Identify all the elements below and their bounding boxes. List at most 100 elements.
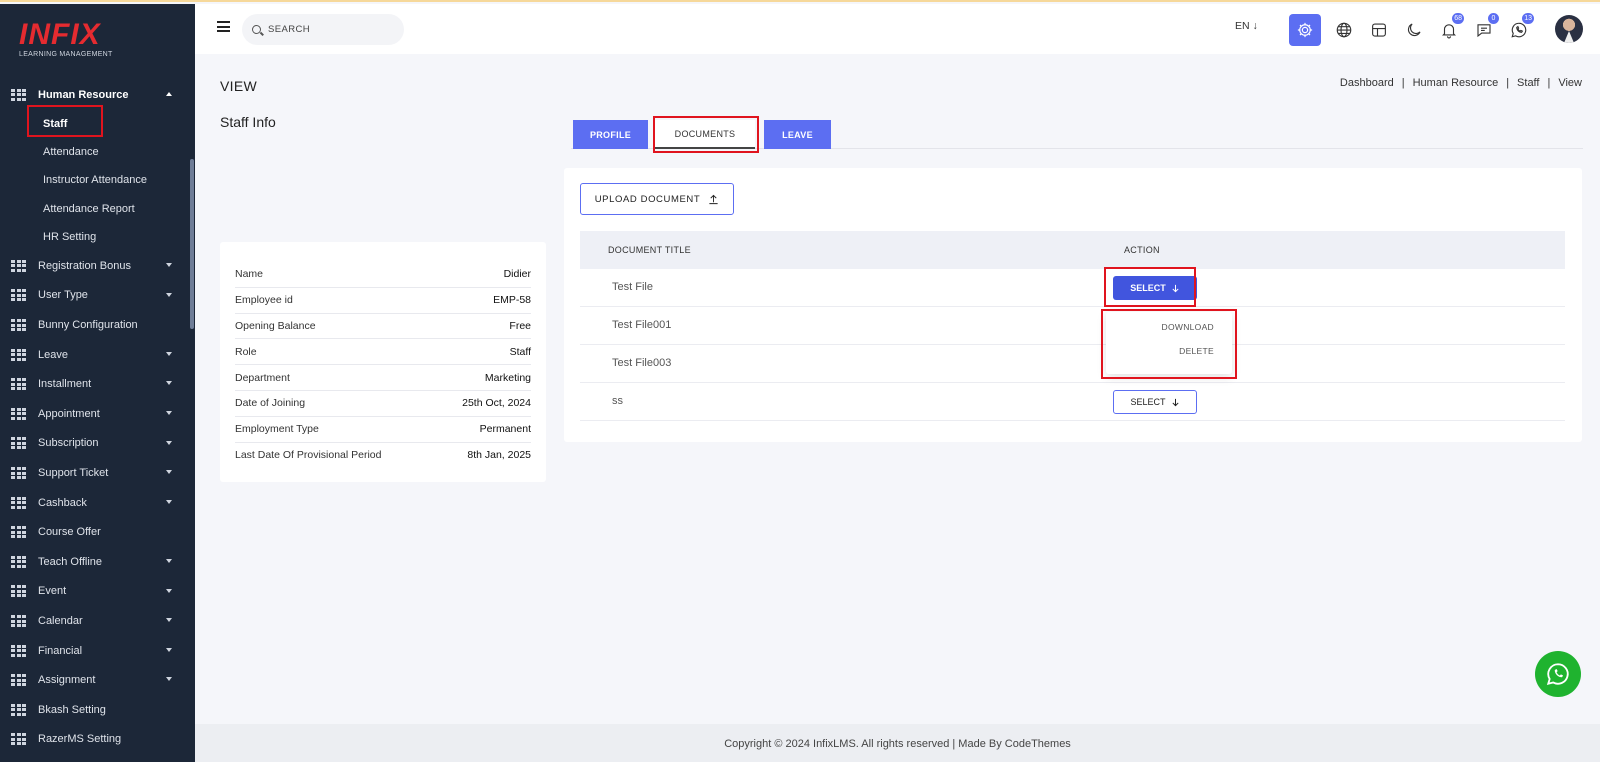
sidebar-item-leave[interactable]: Leave — [0, 340, 190, 370]
info-label: Department — [235, 371, 290, 384]
info-row-date-of-joining: Date of Joining 25th Oct, 2024 — [235, 391, 531, 417]
sidebar-item-course-offer[interactable]: Course Offer — [0, 517, 190, 547]
sidebar: INFIX LEARNING MANAGEMENT Human Resource… — [0, 4, 195, 762]
grid-icon — [11, 319, 26, 332]
sidebar-subitem-instructor-attendance[interactable]: Instructor Attendance — [0, 166, 190, 194]
sidebar-subitem-label: HR Setting — [43, 230, 97, 243]
sidebar-subitem-attendance-report[interactable]: Attendance Report — [0, 194, 190, 222]
whatsapp-float-button[interactable] — [1535, 651, 1581, 697]
hamburger-menu-icon[interactable] — [217, 21, 230, 32]
caret-down-icon — [166, 647, 172, 652]
sidebar-subitem-label: Attendance — [43, 146, 99, 159]
info-value: EMP-58 — [493, 294, 531, 307]
settings-gear-icon[interactable] — [1289, 14, 1321, 46]
sidebar-item-label: Teach Offline — [38, 555, 103, 568]
grid-icon — [11, 407, 26, 420]
sidebar-item-razerms-setting[interactable]: RazerMS Setting — [0, 725, 190, 755]
grid-icon — [11, 703, 26, 716]
grid-icon — [11, 644, 26, 657]
documents-card: UPLOAD DOCUMENT DOCUMENT TITLE ACTION Te… — [564, 168, 1582, 442]
page-title: VIEW — [220, 78, 257, 94]
notification-bell-icon[interactable]: 68 — [1433, 12, 1465, 46]
sidebar-item-label: RazerMS Setting — [38, 733, 122, 746]
caret-down-icon — [166, 263, 172, 268]
sidebar-subitem-attendance[interactable]: Attendance — [0, 138, 190, 166]
upload-document-button[interactable]: UPLOAD DOCUMENT — [580, 183, 734, 215]
search-input[interactable] — [268, 24, 388, 35]
info-label: Employee id — [235, 294, 293, 307]
sidebar-item-support-ticket[interactable]: Support Ticket — [0, 458, 190, 488]
breadcrumb-human-resource[interactable]: Human Resource — [1413, 77, 1499, 89]
breadcrumb-staff[interactable]: Staff — [1517, 77, 1539, 89]
info-row-department: Department Marketing — [235, 365, 531, 391]
dropdown-item-download[interactable]: DOWNLOAD — [1162, 322, 1214, 332]
table-row: Test File SELECT — [580, 269, 1565, 307]
select-label: SELECT — [1130, 283, 1166, 293]
info-label: Opening Balance — [235, 319, 316, 332]
sidebar-item-event[interactable]: Event — [0, 577, 190, 607]
sidebar-item-label: Bunny Configuration — [38, 319, 138, 332]
search-box[interactable] — [242, 14, 404, 45]
sidebar-subitem-hr-setting[interactable]: HR Setting — [0, 223, 190, 251]
whatsapp-icon[interactable]: 13 — [1503, 12, 1535, 46]
document-title: Test File001 — [612, 319, 672, 331]
caret-down-icon — [166, 381, 172, 386]
tab-profile[interactable]: PROFILE — [573, 120, 648, 149]
info-value: Free — [509, 319, 531, 332]
info-row-provisional-period: Last Date Of Provisional Period 8th Jan, … — [235, 443, 531, 469]
caret-down-icon — [166, 559, 172, 564]
document-title: Test File003 — [612, 357, 672, 369]
sidebar-item-appointment[interactable]: Appointment — [0, 399, 190, 429]
avatar[interactable] — [1555, 15, 1583, 43]
message-icon[interactable]: 0 — [1468, 12, 1500, 46]
sidebar-item-human-resource[interactable]: Human Resource — [0, 80, 190, 110]
grid-icon — [11, 585, 26, 598]
grid-icon — [11, 467, 26, 480]
grid-icon — [11, 348, 26, 361]
breadcrumb-dashboard[interactable]: Dashboard — [1340, 77, 1394, 89]
tab-documents[interactable]: DOCUMENTS — [655, 120, 755, 149]
sidebar-item-cashback[interactable]: Cashback — [0, 488, 190, 518]
sidebar-item-bkash-setting[interactable]: Bkash Setting — [0, 695, 190, 725]
layout-icon[interactable] — [1363, 14, 1395, 46]
sidebar-item-label: Course Offer — [38, 526, 101, 539]
globe-icon[interactable] — [1328, 14, 1360, 46]
language-select[interactable]: EN ↓ — [1235, 20, 1258, 32]
staff-info-card: Name Didier Employee id EMP-58 Opening Bal… — [220, 242, 546, 482]
sidebar-subitem-staff[interactable]: Staff — [0, 110, 190, 138]
sidebar-scrollbar[interactable] — [190, 159, 194, 329]
sidebar-item-user-type[interactable]: User Type — [0, 281, 190, 311]
arrow-down-icon — [1171, 398, 1179, 406]
info-row-employee-id: Employee id EMP-58 — [235, 288, 531, 314]
app-root: INFIX LEARNING MANAGEMENT Human Resource… — [0, 0, 1600, 762]
sidebar-item-label: Bkash Setting — [38, 703, 106, 716]
sidebar-item-subscription[interactable]: Subscription — [0, 429, 190, 459]
logo[interactable]: INFIX LEARNING MANAGEMENT — [19, 20, 139, 64]
select-action-button[interactable]: SELECT — [1113, 276, 1197, 300]
dark-mode-moon-icon[interactable] — [1398, 14, 1430, 46]
arrow-down-icon — [1172, 284, 1179, 292]
info-value: 25th Oct, 2024 — [462, 397, 531, 410]
info-value: Staff — [509, 345, 531, 358]
sidebar-item-assignment[interactable]: Assignment — [0, 665, 190, 695]
sidebar-item-teach-offline[interactable]: Teach Offline — [0, 547, 190, 577]
column-header-action: ACTION — [1124, 245, 1160, 255]
select-label: SELECT — [1130, 397, 1166, 407]
grid-icon — [11, 289, 26, 302]
caret-down-icon — [166, 411, 172, 416]
sidebar-menu: Human Resource Staff Attendance Instruct… — [0, 80, 190, 754]
sidebar-item-label: Assignment — [38, 674, 96, 687]
dropdown-item-delete[interactable]: DELETE — [1179, 346, 1214, 356]
sidebar-item-bunny-configuration[interactable]: Bunny Configuration — [0, 310, 190, 340]
select-action-button[interactable]: SELECT — [1113, 390, 1197, 414]
sidebar-item-label: Registration Bonus — [38, 259, 131, 272]
info-label: Name — [235, 268, 264, 281]
tab-leave[interactable]: LEAVE — [764, 120, 831, 149]
sidebar-item-financial[interactable]: Financial — [0, 636, 190, 666]
sidebar-item-calendar[interactable]: Calendar — [0, 606, 190, 636]
grid-icon — [11, 674, 26, 687]
info-value: Didier — [503, 268, 531, 281]
sidebar-item-registration-bonus[interactable]: Registration Bonus — [0, 251, 190, 281]
sidebar-item-label: Human Resource — [38, 88, 129, 101]
sidebar-item-installment[interactable]: Installment — [0, 369, 190, 399]
